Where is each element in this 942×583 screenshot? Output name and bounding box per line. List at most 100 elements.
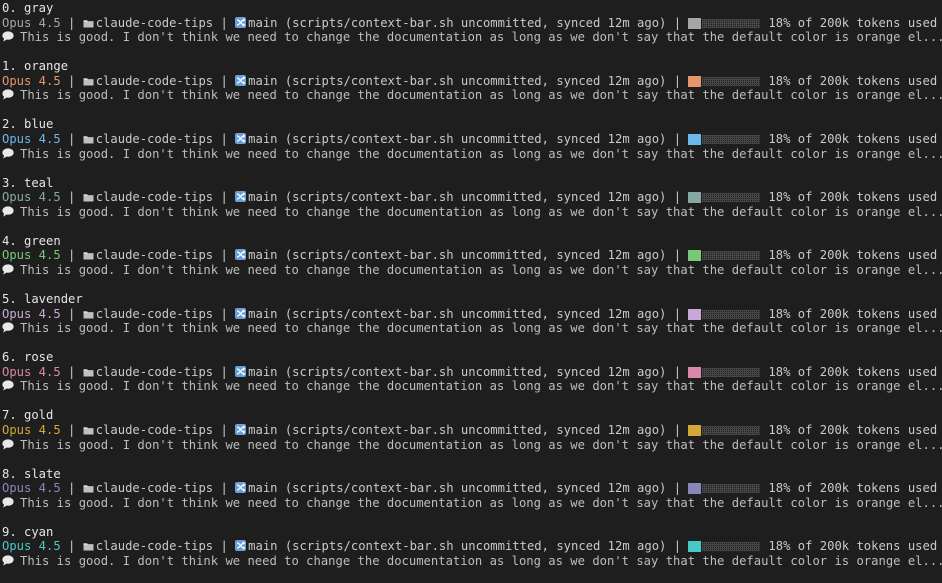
speech-bubble-icon bbox=[2, 147, 14, 159]
statusline: Opus 4.5 | claude-code-tips | main (scri… bbox=[2, 248, 942, 263]
separator: | bbox=[213, 481, 236, 496]
theme-preview-7: 7. gold Opus 4.5 | claude-code-tips | ma… bbox=[2, 408, 942, 466]
separator: | bbox=[60, 364, 83, 379]
folder-icon bbox=[83, 75, 94, 86]
branch-name: main bbox=[248, 422, 285, 437]
token-usage: 18% of 200k tokens used bbox=[768, 73, 938, 88]
branch-detail: (scripts/context-bar.sh uncommitted, syn… bbox=[284, 539, 667, 554]
context-progress-bar bbox=[688, 308, 761, 320]
last-message: This is good. I don't think we need to c… bbox=[2, 554, 942, 569]
progress-track bbox=[702, 18, 761, 28]
separator: | bbox=[666, 248, 689, 263]
separator: | bbox=[666, 539, 689, 554]
statusline: Opus 4.5 | claude-code-tips | main (scri… bbox=[2, 307, 942, 322]
progress-fill bbox=[688, 250, 702, 262]
progress-fill bbox=[688, 192, 702, 204]
branch-detail: (scripts/context-bar.sh uncommitted, syn… bbox=[284, 364, 667, 379]
last-message: This is good. I don't think we need to c… bbox=[2, 496, 942, 511]
message-text: This is good. I don't think we need to c… bbox=[20, 30, 942, 45]
separator: | bbox=[213, 131, 236, 146]
branch-detail: (scripts/context-bar.sh uncommitted, syn… bbox=[284, 422, 667, 437]
separator: | bbox=[60, 248, 83, 263]
branch-detail: (scripts/context-bar.sh uncommitted, syn… bbox=[284, 15, 667, 30]
branch-name: main bbox=[248, 306, 285, 321]
token-usage: 18% of 200k tokens used bbox=[768, 248, 938, 263]
git-branch-icon bbox=[235, 482, 247, 494]
speech-bubble-icon bbox=[2, 322, 14, 333]
separator: | bbox=[60, 306, 83, 321]
token-usage: 18% of 200k tokens used bbox=[768, 190, 938, 205]
folder-icon bbox=[83, 366, 94, 377]
branch-name: main bbox=[248, 131, 285, 146]
last-message: This is good. I don't think we need to c… bbox=[2, 438, 942, 453]
separator: | bbox=[60, 481, 83, 496]
statusline: Opus 4.5 | claude-code-tips | main (scri… bbox=[2, 190, 942, 205]
branch-name: main bbox=[248, 248, 285, 263]
repo-name: claude-code-tips bbox=[95, 248, 214, 263]
model-name: Opus 4.5 bbox=[2, 131, 61, 146]
progress-fill bbox=[688, 133, 702, 145]
model-name: Opus 4.5 bbox=[2, 422, 61, 437]
branch-name: main bbox=[248, 15, 285, 30]
theme-title: 8. slate bbox=[2, 466, 61, 481]
folder-icon bbox=[83, 482, 94, 493]
speech-bubble-icon bbox=[2, 89, 14, 100]
context-progress-bar bbox=[688, 366, 761, 378]
separator: | bbox=[213, 364, 236, 379]
separator: | bbox=[666, 306, 689, 321]
progress-track bbox=[702, 251, 761, 261]
message-text: This is good. I don't think we need to c… bbox=[20, 495, 942, 510]
git-branch-icon bbox=[235, 249, 247, 261]
token-usage: 18% of 200k tokens used bbox=[768, 306, 938, 321]
model-name: Opus 4.5 bbox=[2, 364, 61, 379]
model-name: Opus 4.5 bbox=[2, 15, 61, 30]
repo-name: claude-code-tips bbox=[95, 190, 214, 205]
theme-title: 0. gray bbox=[2, 1, 54, 15]
model-name: Opus 4.5 bbox=[2, 481, 61, 496]
context-progress-bar bbox=[688, 541, 761, 553]
statusline: Opus 4.5 | claude-code-tips | main (scri… bbox=[2, 481, 942, 496]
folder-icon bbox=[83, 424, 94, 435]
speech-bubble-icon bbox=[2, 206, 14, 217]
token-usage: 18% of 200k tokens used bbox=[768, 539, 938, 554]
model-name: Opus 4.5 bbox=[2, 306, 61, 321]
repo-name: claude-code-tips bbox=[95, 15, 214, 30]
last-message: This is good. I don't think we need to c… bbox=[2, 88, 942, 103]
branch-detail: (scripts/context-bar.sh uncommitted, syn… bbox=[284, 481, 667, 496]
git-branch-icon bbox=[235, 307, 247, 319]
statusline: Opus 4.5 | claude-code-tips | main (scri… bbox=[2, 132, 942, 147]
separator: | bbox=[666, 190, 689, 205]
theme-title: 6. rose bbox=[2, 350, 54, 365]
statusline: Opus 4.5 | claude-code-tips | main (scri… bbox=[2, 423, 942, 438]
statusline: Opus 4.5 | claude-code-tips | main (scri… bbox=[2, 16, 942, 31]
token-usage: 18% of 200k tokens used bbox=[768, 422, 938, 437]
last-message: This is good. I don't think we need to c… bbox=[2, 263, 942, 278]
folder-icon bbox=[83, 249, 94, 260]
progress-fill bbox=[688, 424, 702, 436]
token-usage: 18% of 200k tokens used bbox=[768, 481, 938, 496]
branch-detail: (scripts/context-bar.sh uncommitted, syn… bbox=[284, 73, 667, 88]
progress-track bbox=[702, 76, 761, 86]
folder-icon bbox=[83, 308, 94, 319]
branch-name: main bbox=[248, 481, 285, 496]
separator: | bbox=[213, 190, 236, 205]
terminal-window: 0. gray Opus 4.5 | claude-code-tips | ma… bbox=[0, 0, 942, 583]
progress-fill bbox=[688, 483, 702, 495]
theme-preview-1: 1. orange Opus 4.5 | claude-code-tips | … bbox=[2, 59, 942, 117]
separator: | bbox=[213, 306, 236, 321]
branch-name: main bbox=[248, 190, 285, 205]
separator: | bbox=[666, 73, 689, 88]
model-name: Opus 4.5 bbox=[2, 190, 61, 205]
statusline: Opus 4.5 | claude-code-tips | main (scri… bbox=[2, 365, 942, 380]
theme-title: 2. blue bbox=[2, 117, 54, 132]
git-branch-icon bbox=[235, 191, 247, 203]
folder-icon bbox=[83, 191, 94, 202]
message-text: This is good. I don't think we need to c… bbox=[20, 437, 942, 452]
progress-fill bbox=[688, 308, 702, 320]
model-name: Opus 4.5 bbox=[2, 73, 61, 88]
token-usage: 18% of 200k tokens used bbox=[768, 364, 938, 379]
separator: | bbox=[666, 364, 689, 379]
git-branch-icon bbox=[235, 74, 247, 86]
theme-title: 5. lavender bbox=[2, 291, 83, 306]
progress-track bbox=[702, 542, 761, 552]
